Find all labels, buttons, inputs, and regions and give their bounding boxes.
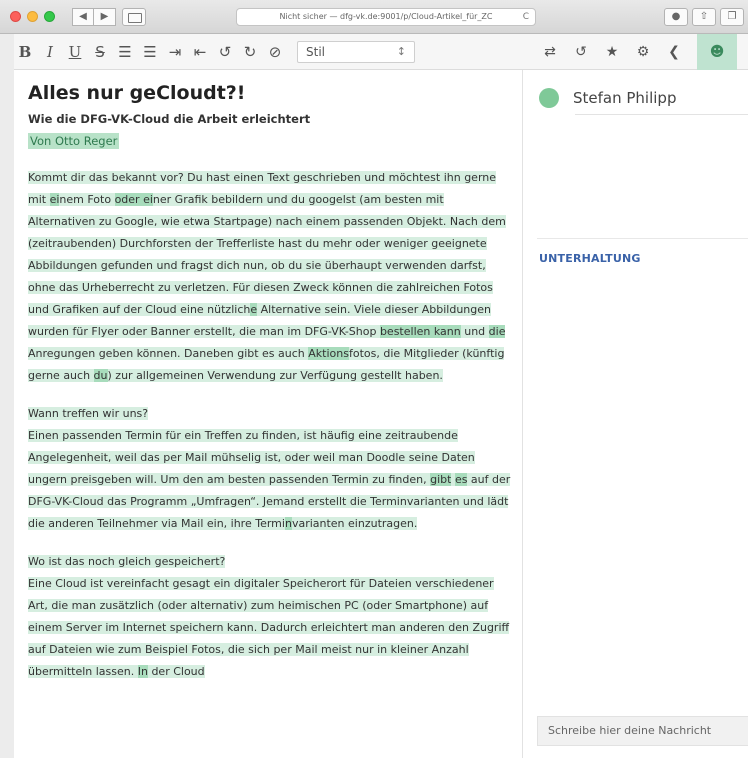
paragraph: Kommt dir das bekannt vor? Du hast einen…	[28, 167, 514, 387]
document-subtitle: Wie die DFG-VK-Cloud die Arbeit erleicht…	[28, 112, 311, 126]
right-panel: Stefan Philipp UNTERHALTUNG Schreibe hie…	[522, 70, 748, 758]
chat-section-title: UNTERHALTUNG	[539, 252, 641, 265]
text-segment: Eine Cloud ist vereinfacht gesagt ein di…	[28, 577, 510, 678]
text-segment: nem Foto	[59, 193, 115, 206]
text-segment: Wo ist das noch gleich gespeichert?	[28, 555, 226, 568]
user-color-avatar[interactable]	[539, 88, 559, 108]
text-segment: die	[488, 325, 506, 338]
strikethrough-button[interactable]: S	[89, 34, 111, 70]
text-segment: Anregungen geben können. Daneben gibt es…	[28, 347, 309, 360]
share-icon[interactable]: ⇧	[692, 8, 716, 26]
divider	[575, 114, 748, 115]
user-name[interactable]: Stefan Philipp	[573, 89, 676, 107]
history-nav: ◀ ▶	[72, 8, 116, 26]
tabs-icon[interactable]: ❐	[720, 8, 744, 26]
outdent-icon[interactable]: ⇤	[189, 34, 211, 70]
toolbar-right: ⇄ ↺ ★ ⚙ ❮ ☻	[536, 34, 737, 70]
users-icon[interactable]: ☻	[697, 34, 737, 70]
text-segment: ner Grafik bebildern und du googelst (am…	[28, 193, 506, 316]
document-body: Kommt dir das bekannt vor? Du hast einen…	[28, 167, 514, 683]
text-segment: oder ei	[114, 193, 153, 206]
chat-message-input[interactable]: Schreibe hier deine Nachricht	[537, 716, 748, 746]
forward-button[interactable]: ▶	[94, 8, 116, 26]
browser-actions: ● ⇧ ❐	[664, 8, 744, 26]
style-select[interactable]: Stil	[297, 40, 415, 63]
editor-toolbar: B I U S ☰ ☰ ⇥ ⇤ ↺ ↻ ⊘ Stil ⇄ ↺ ★ ⚙ ❮ ☻	[14, 34, 748, 70]
text-segment: ) zur allgemeinen Verwendung zur Verfügu…	[107, 369, 443, 382]
paragraph: Wann treffen wir uns? Einen passenden Ter…	[28, 403, 514, 535]
text-segment: ei	[49, 193, 60, 206]
unordered-list-icon[interactable]: ☰	[139, 34, 161, 70]
settings-gear-icon[interactable]: ⚙	[629, 34, 657, 70]
star-icon[interactable]: ★	[598, 34, 626, 70]
document-author: Von Otto Reger	[28, 133, 120, 149]
ordered-list-icon[interactable]: ☰	[114, 34, 136, 70]
zoom-window-button[interactable]	[44, 11, 55, 22]
text-segment: varianten einzutragen.	[291, 517, 418, 530]
undo-icon[interactable]: ↺	[214, 34, 236, 70]
text-segment: Wann treffen wir uns?	[28, 407, 149, 420]
url-text: Nicht sicher — dfg-vk.de:9001/p/Cloud-Ar…	[279, 12, 493, 21]
share-icon[interactable]: ❮	[660, 34, 688, 70]
bold-button[interactable]: B	[14, 34, 36, 70]
text-segment: es	[454, 473, 468, 486]
underline-button[interactable]: U	[64, 34, 86, 70]
minimize-window-button[interactable]	[27, 11, 38, 22]
italic-button[interactable]: I	[39, 34, 61, 70]
document-title: Alles nur geCloudt?!	[28, 82, 246, 104]
paragraph: Wo ist das noch gleich gespeichert? Eine …	[28, 551, 514, 683]
address-bar[interactable]: Nicht sicher — dfg-vk.de:9001/p/Cloud-Ar…	[236, 8, 536, 26]
privacy-icon[interactable]: ●	[664, 8, 688, 26]
divider	[537, 238, 748, 239]
text-segment: gibt	[430, 473, 452, 486]
redo-icon[interactable]: ↻	[239, 34, 261, 70]
user-entry[interactable]: Stefan Philipp	[539, 88, 676, 108]
browser-chrome: ◀ ▶ Nicht sicher — dfg-vk.de:9001/p/Clou…	[0, 0, 748, 34]
text-segment: Aktions	[308, 347, 349, 360]
document-pad[interactable]: Alles nur geCloudt?! Wie die DFG-VK-Clou…	[14, 70, 522, 758]
reload-button[interactable]: C	[523, 9, 529, 25]
text-segment: In	[137, 665, 148, 678]
text-segment: und	[460, 325, 489, 338]
text-segment: Einen passenden Termin für ein Treffen z…	[28, 429, 475, 486]
indent-icon[interactable]: ⇥	[164, 34, 186, 70]
window-controls	[10, 11, 55, 22]
text-segment: du	[93, 369, 108, 382]
sidebar-toggle-button[interactable]	[122, 8, 146, 26]
text-segment: bestellen kann	[379, 325, 461, 338]
timeslider-icon[interactable]: ↺	[567, 34, 595, 70]
text-segment: der Cloud	[147, 665, 205, 678]
import-export-icon[interactable]: ⇄	[536, 34, 564, 70]
clear-authorship-icon[interactable]: ⊘	[264, 34, 286, 70]
text-segment: n	[284, 517, 292, 530]
back-button[interactable]: ◀	[72, 8, 94, 26]
text-segment: Kommt dir das bekannt vor	[28, 171, 178, 184]
close-window-button[interactable]	[10, 11, 21, 22]
